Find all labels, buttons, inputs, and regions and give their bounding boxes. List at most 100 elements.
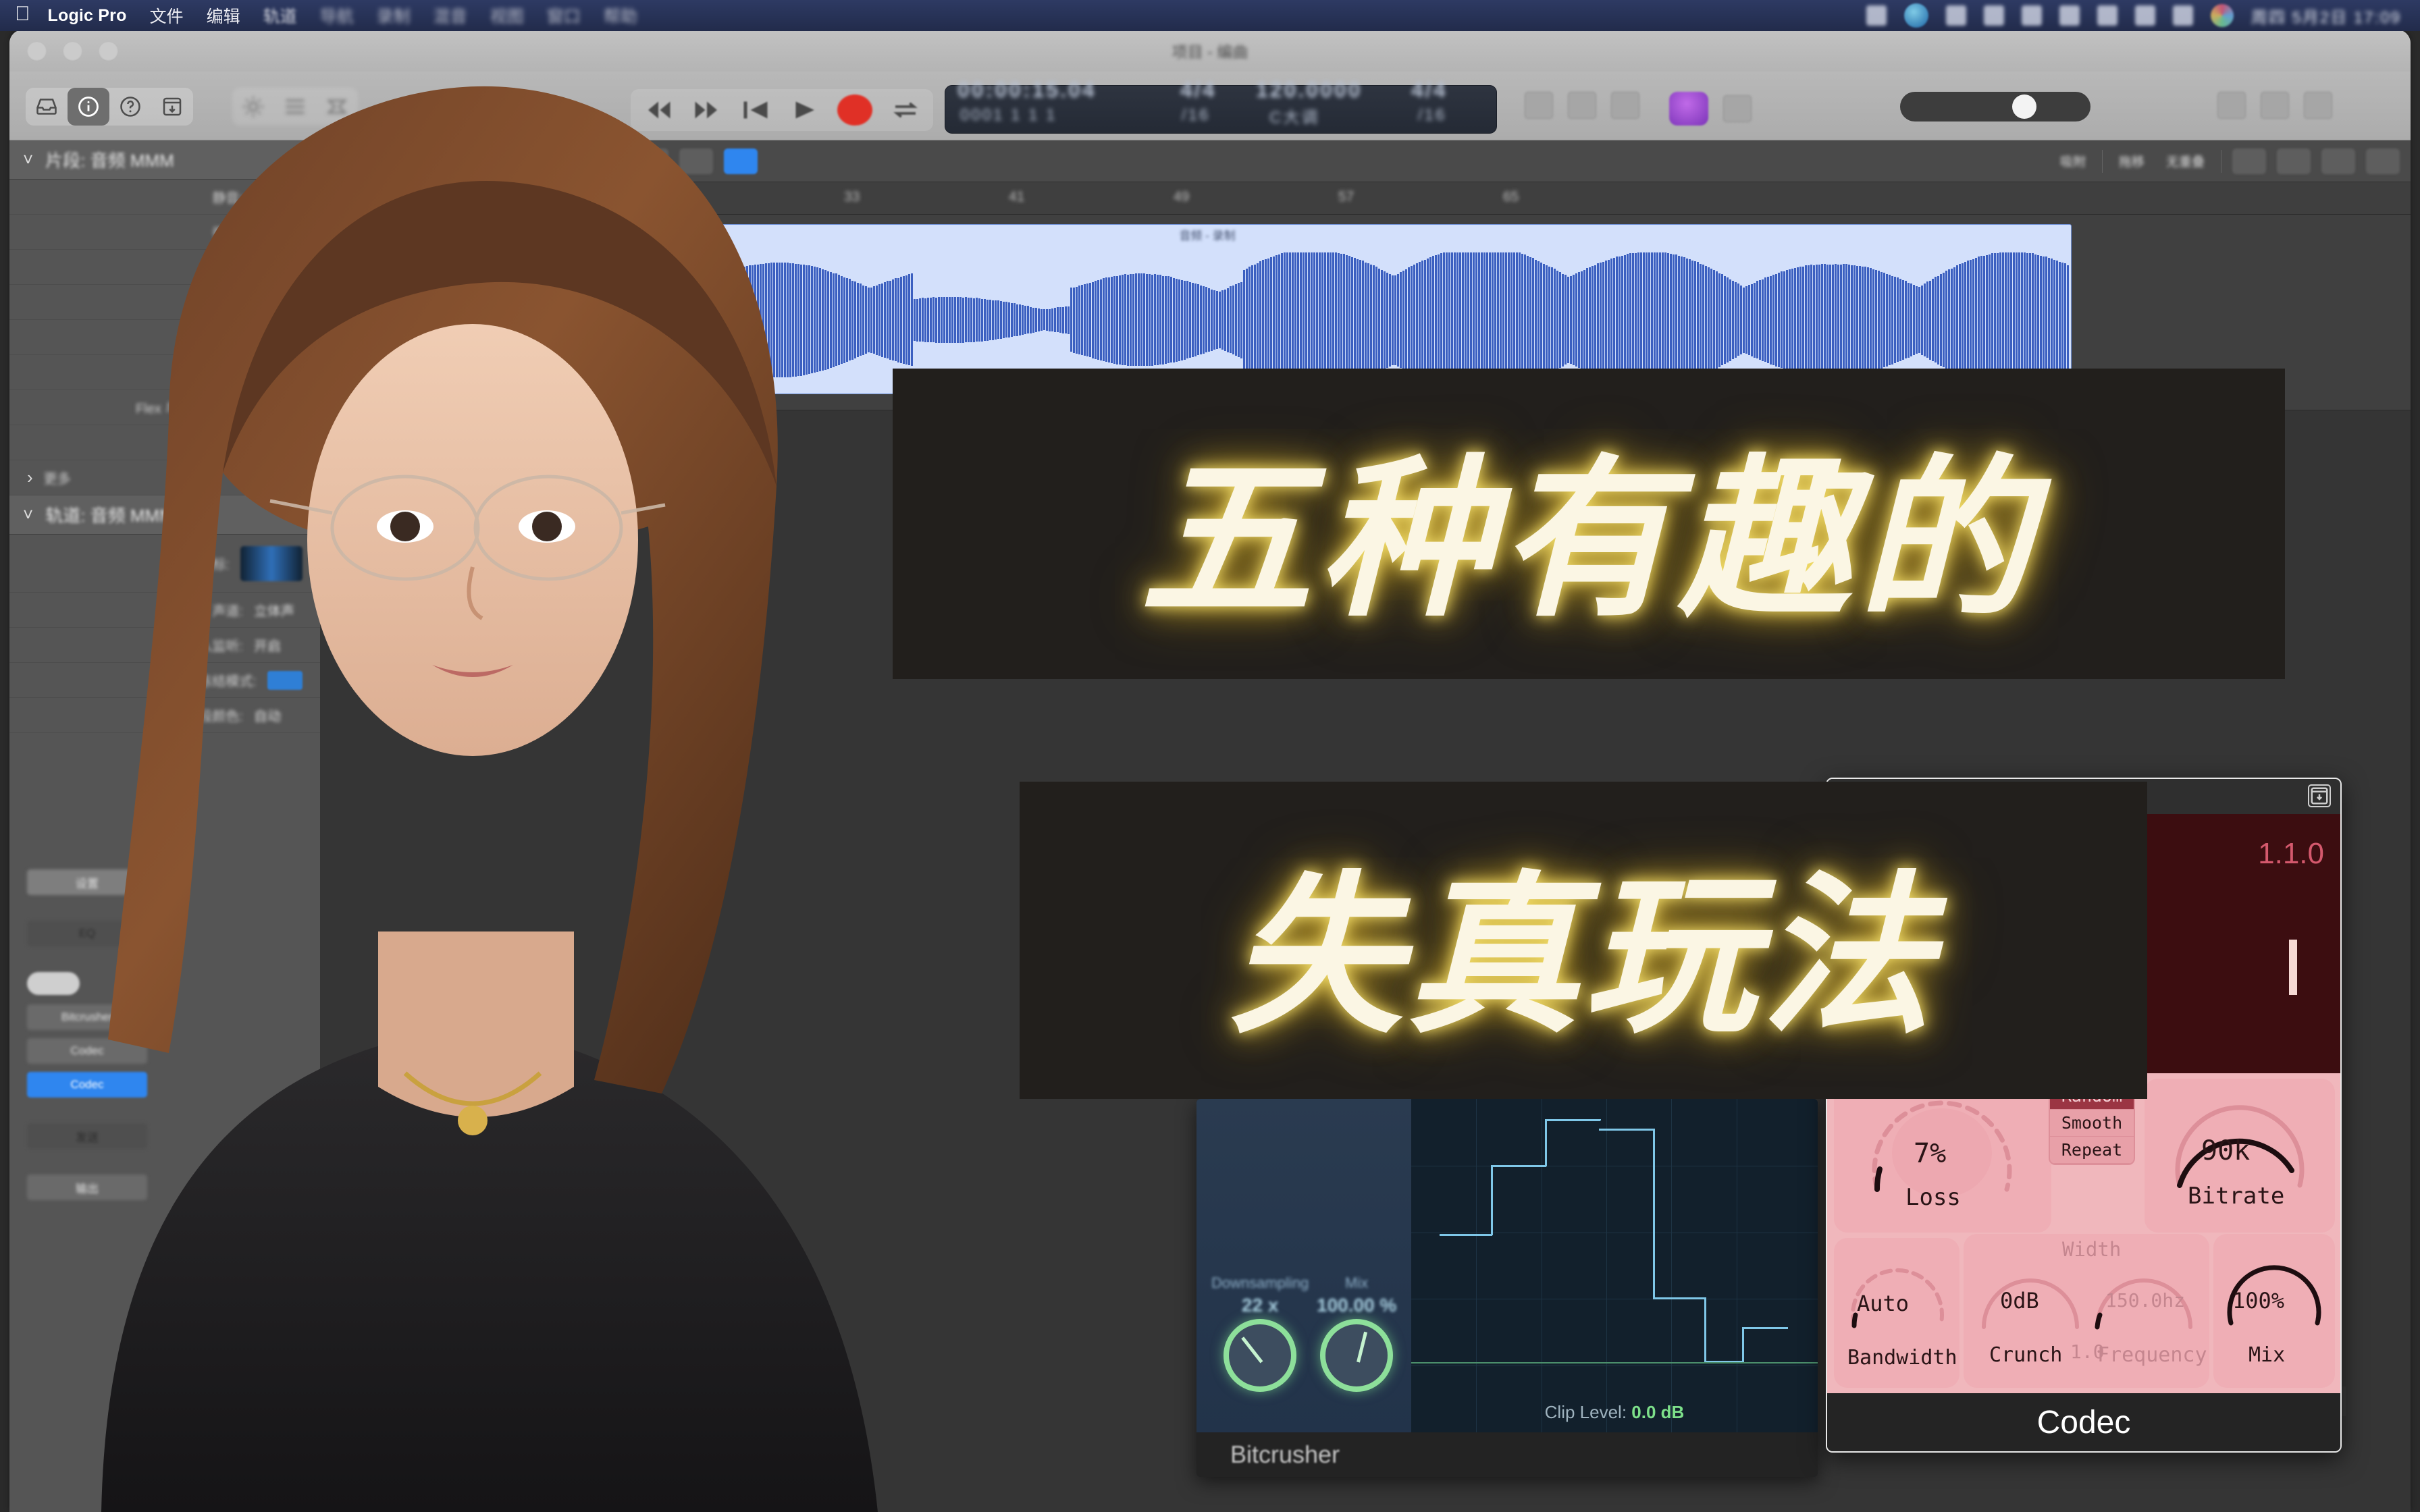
inspector-row-flex[interactable]: Flex 与跟随: 关 (9, 390, 320, 425)
zoom-in-icon[interactable] (2277, 148, 2311, 174)
menu-item-mix[interactable]: 混音 (433, 3, 467, 28)
codec-mix-panel[interactable]: 100% Mix (2213, 1234, 2335, 1388)
snap-toggle[interactable] (679, 148, 714, 174)
editors-icon[interactable] (316, 88, 358, 126)
menu-item-record[interactable]: 录制 (377, 3, 411, 28)
menu-app-name[interactable]: Logic Pro (48, 6, 127, 26)
status-icon-siri[interactable] (1903, 3, 1928, 28)
status-icon-wifi[interactable] (2097, 5, 2118, 26)
insert-slot-1[interactable]: Bitcrusher (27, 1004, 147, 1030)
insert-slot-2[interactable]: Codec (27, 1038, 147, 1064)
status-icon-bluetooth[interactable] (1945, 5, 1966, 26)
snap-value-label[interactable]: 无重叠 (2161, 152, 2210, 170)
help-icon[interactable] (109, 88, 151, 126)
flex-toggle[interactable] (635, 148, 669, 174)
rewind-button[interactable] (643, 97, 674, 124)
chevron-down-icon[interactable]: ˅ (23, 149, 33, 170)
browsers-button[interactable] (2304, 92, 2332, 119)
inspector-row-mute[interactable]: 静音: 关 (9, 180, 320, 215)
cycle-button[interactable] (890, 97, 921, 124)
link-icon[interactable] (2366, 148, 2400, 174)
catch-playhead-icon[interactable] (2321, 148, 2355, 174)
collapse-icon[interactable] (2308, 784, 2331, 807)
mode-option-smooth[interactable]: Smooth (2050, 1110, 2134, 1137)
go-to-beginning-button[interactable] (740, 97, 771, 124)
inspector-row-gain[interactable]: 增益: 0.0 dB (9, 320, 320, 355)
apple-logo-icon[interactable]:  (15, 4, 30, 24)
play-button[interactable] (789, 97, 820, 124)
insert-slot-selected[interactable]: Codec (27, 1072, 147, 1098)
channel-midi-fx-toggle[interactable] (27, 972, 80, 995)
inspector-info-icon[interactable] (68, 88, 109, 126)
menu-item-edit[interactable]: 编辑 (207, 3, 240, 28)
snap-menu-label[interactable]: 吸附 (2055, 152, 2091, 170)
loss-panel[interactable]: 7% Loss (1834, 1079, 2051, 1233)
loops-button[interactable] (1611, 92, 1639, 119)
mix-knob[interactable] (1320, 1319, 1394, 1392)
status-icon-search[interactable] (2134, 5, 2155, 26)
inspector-row-fadein[interactable]: 淡入: 0 (9, 355, 320, 390)
chevron-right-icon[interactable]: › (27, 467, 33, 488)
forward-button[interactable] (691, 97, 722, 124)
freeze-color-swatch[interactable] (267, 670, 302, 690)
region-inspector-header[interactable]: ˅ 片段: 音频 MMM (9, 140, 320, 180)
mixer-icon[interactable] (274, 88, 316, 126)
status-icon-input[interactable] (2021, 5, 2042, 26)
inspector-row-monitoring[interactable]: 输入监听: 开启 (9, 628, 320, 663)
inspector-row-regioncolor[interactable]: 片段颜色: 自动 (9, 698, 320, 733)
menu-view[interactable]: 显示 (469, 152, 505, 170)
menu-bar-clock[interactable]: 周四 5月2日 17:09 (2251, 4, 2401, 28)
row-stepper[interactable] (280, 367, 302, 377)
menu-item-view[interactable]: 视图 (490, 3, 524, 28)
mode-option-repeat[interactable]: Repeat (2050, 1137, 2134, 1164)
loop-browser-icon[interactable] (1669, 92, 1708, 126)
inspector-row-speed[interactable]: 速度: (9, 425, 320, 460)
status-icon-display[interactable] (1983, 5, 2004, 26)
master-volume-knob[interactable] (2012, 94, 2036, 119)
downsampling-control[interactable]: Downsampling 22 x (1211, 1274, 1309, 1392)
lcd-display[interactable]: 00:00:15.04 4/4 120.0000 4/4 0001 1 1 1 … (945, 78, 1497, 134)
chevron-down-icon[interactable]: ˅ (23, 504, 33, 525)
status-icon-battery[interactable] (1866, 5, 1887, 26)
inspector-row-loop[interactable]: 循环: 关 (9, 215, 320, 250)
status-icon-volume[interactable] (2059, 5, 2080, 26)
row-slider[interactable] (280, 297, 302, 307)
channel-eq-display[interactable]: EQ (27, 921, 147, 946)
menu-item-help[interactable]: 帮助 (604, 3, 637, 28)
mix-control[interactable]: Mix 100.00 % (1317, 1274, 1396, 1392)
zoom-out-icon[interactable] (2232, 148, 2266, 174)
downsampling-knob[interactable] (1224, 1319, 1297, 1392)
status-icon-user[interactable] (2172, 5, 2193, 26)
track-inspector-header[interactable]: ˅ 轨道: 音频 MMM (9, 495, 320, 535)
track-stack-icon[interactable] (331, 148, 365, 174)
timeline-ruler[interactable]: 9 17 25 33 41 49 57 65 (320, 182, 2411, 215)
menu-item-file[interactable]: 文件 (150, 3, 184, 28)
row-slider[interactable] (280, 262, 302, 272)
drag-menu-label[interactable]: 拖移 (2113, 152, 2150, 170)
bitcrusher-waveform-display[interactable]: Clip Level: 0.0 dB (1411, 1099, 1818, 1432)
notes-panel-button[interactable] (2261, 92, 2289, 119)
master-volume-slider[interactable] (1900, 92, 2090, 122)
menu-functions[interactable]: 功能 (425, 152, 462, 170)
menu-edit[interactable]: 编辑 (382, 152, 419, 170)
inspector-row-transpose[interactable]: 移调: (9, 250, 320, 285)
playhead-handle[interactable] (479, 182, 496, 193)
bitcrusher-plugin-window[interactable]: Downsampling 22 x Mix 100.00 % Clip Leve… (1196, 1099, 1818, 1477)
smart-controls-icon[interactable] (232, 88, 274, 126)
list-editors-button[interactable] (1525, 92, 1553, 119)
grid-toggle[interactable] (579, 148, 613, 174)
output-slot[interactable]: 输出 (27, 1174, 147, 1200)
notes-button[interactable] (1568, 92, 1596, 119)
row-stepper[interactable] (280, 332, 302, 342)
list-view-button[interactable] (2217, 92, 2246, 119)
inspector-more-disclosure[interactable]: › 更多 (9, 460, 320, 495)
crunch-frequency-panel[interactable]: Width 0dB Crunch 150.0hz Frequency 1.0 (1964, 1234, 2209, 1388)
status-icon-controlcenter[interactable] (2210, 4, 2234, 27)
bandwidth-panel[interactable]: Auto Bandwidth (1834, 1238, 1959, 1388)
inspector-row-channel[interactable]: 声道: 立体声 (9, 593, 320, 628)
row-stepper[interactable] (280, 402, 302, 412)
inspector-row-finetune[interactable]: 微调: (9, 285, 320, 320)
track-icon-thumbnail[interactable] (240, 545, 302, 581)
browser-button[interactable] (1723, 95, 1752, 122)
menu-item-track[interactable]: 轨道 (263, 3, 297, 28)
